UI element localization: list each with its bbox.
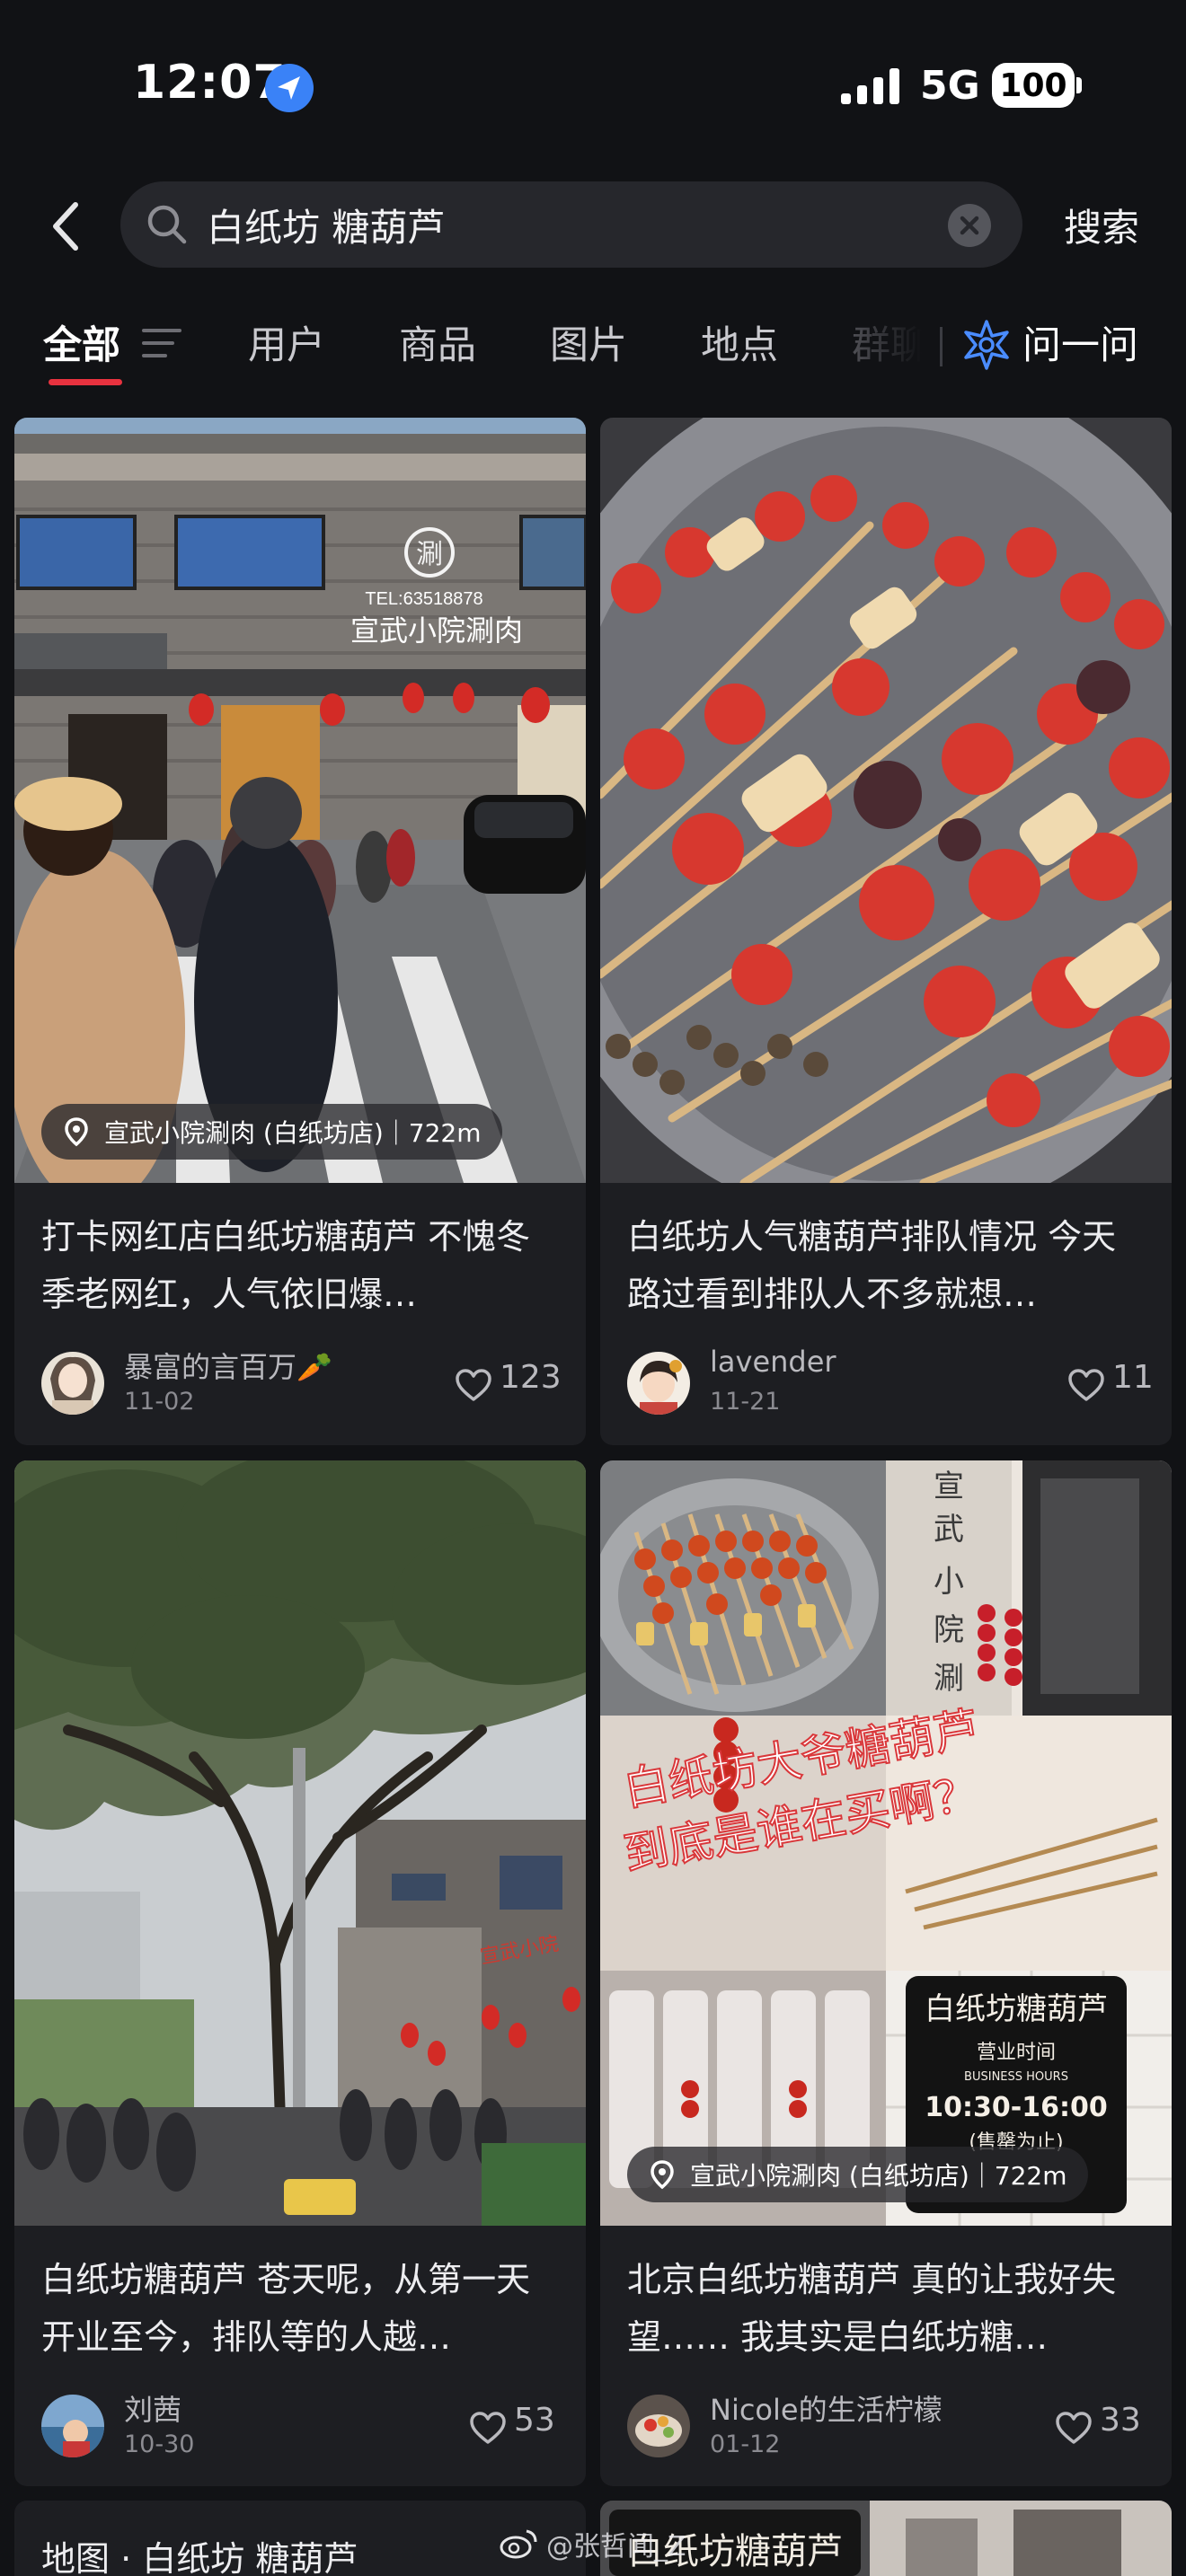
- location-chip-text: 宣武小院涮肉 (白纸坊店)｜722m: [104, 1118, 482, 1148]
- post-title[interactable]: 白纸坊糖葫芦 苍天呢，从第一天开业至今，排队等的人越…: [41, 2251, 562, 2366]
- tab-users[interactable]: 用户: [248, 314, 325, 370]
- sign-name: 宣武小院涮肉: [350, 613, 523, 648]
- post-title[interactable]: 白纸坊人气糖葫芦排队情况 今天路过看到排队人不多就想…: [627, 1208, 1148, 1323]
- heart-icon[interactable]: [469, 2411, 507, 2445]
- map-result-title: 地图 · 白纸坊 糖葫芦: [41, 2539, 358, 2576]
- search-input[interactable]: [207, 181, 925, 268]
- heart-icon[interactable]: [455, 1368, 492, 1402]
- category-tabs: 全部 用户 商品 图片 地点 群聊 问一问: [0, 305, 1186, 395]
- tab-products[interactable]: 商品: [399, 314, 476, 370]
- search-bar-row: 搜索: [0, 180, 1186, 273]
- author-name[interactable]: 刘茜: [124, 2387, 181, 2429]
- ai-sparkle-icon[interactable]: [960, 318, 1013, 372]
- like-count: 33: [1100, 2402, 1141, 2439]
- post-date: 11-02: [124, 1388, 195, 1416]
- post-card[interactable]: 涮 TEL:63518878 宣武小院涮肉 宣武小院涮肉 (白纸坊店)｜722m…: [14, 418, 586, 1445]
- post-date: 01-12: [710, 2430, 781, 2458]
- like-count: 11: [1112, 1359, 1154, 1396]
- weibo-logo-icon: [500, 2529, 537, 2559]
- sign-tel: TEL:63518878: [365, 589, 482, 609]
- tabs-fade: [836, 305, 943, 386]
- like-count: 53: [514, 2402, 555, 2439]
- tab-places[interactable]: 地点: [701, 314, 778, 370]
- sign-vertical-2: 武: [934, 1512, 964, 1548]
- status-bar: 12:07 5G 100: [0, 0, 1186, 171]
- search-button[interactable]: 搜索: [1064, 198, 1139, 252]
- sign-vertical-4: 院: [934, 1612, 964, 1648]
- search-icon: [147, 205, 187, 244]
- tabs-divider: [940, 327, 943, 366]
- tab-images[interactable]: 图片: [550, 314, 627, 370]
- post-card[interactable]: 宣 武 小 院 涮 白纸坊大爷糖葫芦 到底是谁在买啊？ 白纸坊糖葫芦 营业时间 …: [600, 1460, 1172, 2486]
- clock: 12:07: [133, 56, 287, 110]
- location-chip[interactable]: 宣武小院涮肉 (白纸坊店)｜722m: [41, 1104, 503, 1160]
- filter-icon[interactable]: [142, 325, 181, 361]
- hours-title: 营业时间: [977, 2042, 1056, 2064]
- battery-tip: [1076, 77, 1082, 93]
- author-name[interactable]: Nicole的生活柠檬: [710, 2387, 943, 2429]
- post-title[interactable]: 打卡网红店白纸坊糖葫芦 不愧冬季老网红，人气依旧爆…: [41, 1208, 562, 1323]
- sign-vertical-1: 宣: [934, 1469, 964, 1504]
- shop-sign: 白纸坊糖葫芦: [925, 1991, 1108, 2027]
- watermark-text: @张哲闻_Z: [546, 2531, 686, 2563]
- post-card[interactable]: 宣武小院 白纸坊糖葫芦 苍天呢，从第一天开业至今，排队等的人越… 刘茜 10-3…: [14, 1460, 586, 2486]
- location-chip-text: 宣武小院涮肉 (白纸坊店)｜722m: [690, 2161, 1067, 2191]
- post-title[interactable]: 北京白纸坊糖葫芦 真的让我好失望…… 我其实是白纸坊糖…: [627, 2251, 1148, 2366]
- business-hours: 10:30-16:00: [925, 2092, 1107, 2123]
- avatar[interactable]: [41, 1352, 104, 1415]
- map-pin-icon: [651, 2160, 674, 2190]
- avatar[interactable]: [627, 2395, 690, 2457]
- post-card[interactable]: 白纸坊人气糖葫芦排队情况 今天路过看到排队人不多就想… lavender 11-…: [600, 418, 1172, 1445]
- location-arrow-icon: [265, 64, 314, 112]
- post-date: 11-21: [710, 1388, 781, 1416]
- search-box[interactable]: [120, 181, 1022, 268]
- post-image-tree-queue[interactable]: 宣武小院: [14, 1460, 586, 2226]
- network-type: 5G: [920, 63, 980, 109]
- cellular-signal-icon: [841, 68, 899, 104]
- ask-button-label[interactable]: 问一问: [1022, 314, 1138, 370]
- battery-indicator: 100: [992, 63, 1075, 108]
- avatar[interactable]: [41, 2395, 104, 2457]
- avatar[interactable]: [627, 1352, 690, 1415]
- heart-icon[interactable]: [1067, 1368, 1105, 1402]
- post-image-collage[interactable]: 宣 武 小 院 涮 白纸坊大爷糖葫芦 到底是谁在买啊？ 白纸坊糖葫芦 营业时间 …: [600, 1460, 1172, 2226]
- back-icon[interactable]: [41, 199, 93, 253]
- logo-text: 涮: [416, 539, 443, 570]
- sign-vertical-5: 涮: [934, 1661, 964, 1697]
- sign-vertical-3: 小: [934, 1564, 964, 1600]
- clear-icon[interactable]: [947, 203, 992, 248]
- watermark: @张哲闻_Z: [500, 2524, 686, 2563]
- post-image-storefront[interactable]: 涮 TEL:63518878 宣武小院涮肉 宣武小院涮肉 (白纸坊店)｜722m: [14, 418, 586, 1183]
- active-tab-indicator: [49, 379, 122, 385]
- tab-all[interactable]: 全部: [43, 314, 120, 370]
- map-pin-icon: [65, 1117, 88, 1147]
- hours-en: BUSINESS HOURS: [964, 2070, 1068, 2084]
- author-name[interactable]: lavender: [710, 1345, 836, 1379]
- post-date: 10-30: [124, 2430, 195, 2458]
- location-chip[interactable]: 宣武小院涮肉 (白纸坊店)｜722m: [627, 2147, 1089, 2202]
- like-count: 123: [500, 1359, 562, 1396]
- heart-icon[interactable]: [1055, 2411, 1093, 2445]
- post-image-tanghulu-skewers[interactable]: [600, 418, 1172, 1183]
- author-name[interactable]: 暴富的言百万🥕: [124, 1345, 332, 1386]
